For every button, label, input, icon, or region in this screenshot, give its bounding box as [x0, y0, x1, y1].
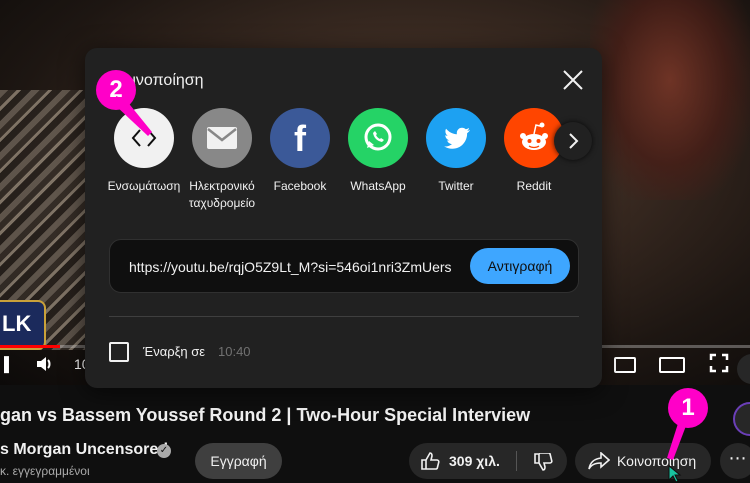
share-target-whatsapp[interactable]: WhatsApp — [339, 108, 417, 195]
channel-name[interactable]: s Morgan Uncensored — [0, 441, 168, 459]
share-arrow-icon — [588, 451, 611, 473]
close-icon — [563, 70, 583, 90]
youtube-watch-page: LK ▌ 10 gan vs Bassem Youssef Round 2 | … — [0, 0, 750, 483]
more-actions-button[interactable]: ⋯ — [720, 443, 750, 479]
start-at-label: Έναρξη σε — [143, 344, 206, 359]
share-target-label: WhatsApp — [350, 179, 406, 193]
share-url[interactable]: https://youtu.be/rqjO5Z9Lt_M?si=546oi1nr… — [129, 259, 459, 275]
share-dialog: Κοινοποίηση Ενσωμάτωση Ηλεκτρονικό ταχυδ… — [85, 48, 602, 388]
share-target-label: Facebook — [273, 179, 327, 193]
progress-fill — [0, 345, 60, 348]
play-icon[interactable]: ▌ — [4, 356, 14, 372]
share-target-label: Reddit — [516, 179, 552, 193]
verified-check-icon: ✓ — [157, 444, 171, 458]
cursor-icon — [668, 465, 682, 483]
dislike-button[interactable] — [517, 443, 567, 479]
share-target-label: Ηλεκτρονικό ταχυδρομείο — [188, 179, 256, 210]
dialog-divider — [109, 316, 579, 317]
fullscreen-icon[interactable] — [709, 353, 729, 376]
svg-text:f: f — [294, 118, 307, 159]
start-at-checkbox[interactable] — [109, 342, 129, 362]
twitter-icon — [426, 108, 486, 168]
next-targets-button[interactable] — [554, 122, 592, 160]
share-url-box: https://youtu.be/rqjO5Z9Lt_M?si=546oi1nr… — [109, 239, 579, 293]
channel-logo-overlay: LK — [0, 300, 46, 350]
share-target-facebook[interactable]: f Facebook — [261, 108, 339, 195]
miniplayer-icon[interactable] — [614, 357, 636, 373]
annotation-pointer-2 — [116, 96, 152, 136]
share-target-twitter[interactable]: Twitter — [417, 108, 495, 195]
video-title: gan vs Bassem Youssef Round 2 | Two-Hour… — [0, 405, 531, 425]
whatsapp-icon — [348, 108, 408, 168]
subscriber-count: κ. εγγεγραμμένοι — [0, 464, 90, 478]
share-target-label: Ενσωμάτωση — [107, 179, 181, 193]
facebook-icon: f — [270, 108, 330, 168]
thumbs-down-icon — [534, 452, 554, 476]
channel-avatar-side[interactable] — [733, 402, 750, 436]
chevron-right-icon — [569, 133, 579, 149]
copy-button[interactable]: Αντιγραφή — [470, 248, 570, 284]
close-button[interactable] — [559, 66, 587, 94]
annotation-pointer-1 — [667, 414, 689, 460]
share-target-label: Twitter — [438, 179, 474, 193]
start-at-time[interactable]: 10:40 — [218, 344, 251, 359]
like-button[interactable]: 309 χιλ. — [409, 443, 516, 479]
volume-icon[interactable] — [36, 356, 54, 375]
share-target-email[interactable]: Ηλεκτρονικό ταχυδρομείο — [183, 108, 261, 212]
subscribe-button[interactable]: Εγγραφή — [195, 443, 282, 479]
like-dislike-group: 309 χιλ. — [409, 443, 567, 479]
thumbs-up-icon — [421, 452, 441, 473]
like-count: 309 χιλ. — [449, 453, 500, 469]
email-icon — [192, 108, 252, 168]
theater-mode-icon[interactable] — [659, 357, 685, 373]
